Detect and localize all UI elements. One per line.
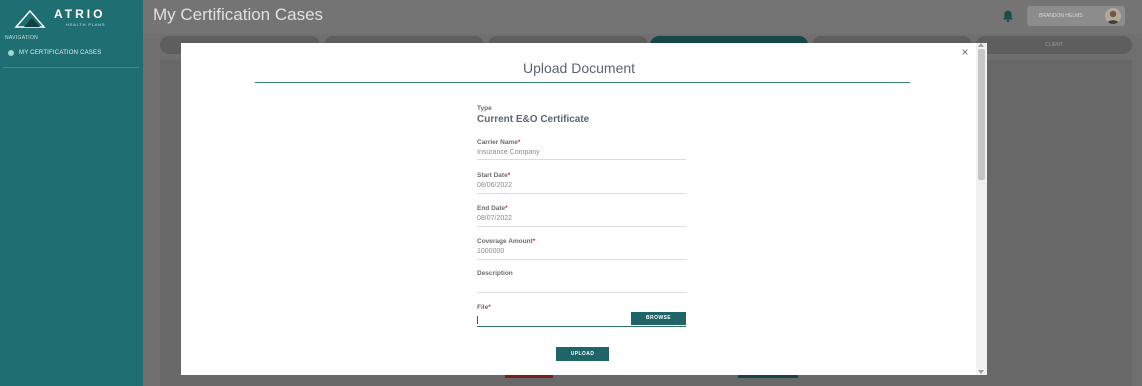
nav-divider [3, 67, 139, 68]
coverage-amount-label: Coverage Amount* [477, 238, 686, 245]
required-marker: * [488, 304, 491, 311]
required-marker: * [517, 139, 521, 146]
end-date-label-text: End Date [477, 205, 506, 212]
coverage-amount-label-text: Coverage Amount [477, 238, 533, 245]
bell-icon[interactable] [1001, 9, 1015, 23]
field-underline [477, 193, 686, 194]
scroll-thumb[interactable] [978, 49, 985, 180]
end-date-value: 08/07/2022 [477, 215, 513, 222]
file-field[interactable]: File* BROWSE [477, 304, 686, 328]
title-divider [255, 82, 910, 83]
upload-document-modal: × Upload Document Type Current E&O Certi… [181, 43, 987, 375]
start-date-label-text: Start Date [477, 172, 508, 179]
sidebar-item-my-certification-cases[interactable]: MY CERTIFICATION CASES [3, 46, 139, 60]
type-field: Type Current E&O Certificate [477, 105, 686, 125]
modal-scrollbar[interactable] [976, 43, 987, 375]
start-date-field[interactable]: Start Date* 08/06/2022 [477, 172, 686, 194]
modal-title: Upload Document [522, 60, 636, 76]
description-label: Description [477, 270, 686, 277]
required-marker: * [532, 238, 536, 245]
description-label-text: Description [477, 270, 513, 277]
page-title: My Certification Cases [153, 5, 324, 24]
dot-icon [8, 50, 14, 56]
scroll-down-arrow-icon[interactable] [978, 370, 984, 374]
required-marker: * [507, 172, 511, 179]
sidebar: ATRIO HEALTH PLANS NAVIGATION MY CERTIFI… [0, 0, 143, 386]
nav-heading: NAVIGATION [5, 35, 39, 41]
end-date-field[interactable]: End Date* 08/07/2022 [477, 205, 686, 227]
tab-client[interactable]: CLIENT [976, 36, 1132, 54]
description-field[interactable]: Description [477, 270, 686, 293]
file-label-text: File [477, 304, 489, 311]
carrier-name-label: Carrier Name* [477, 139, 686, 146]
start-date-value: 08/06/2022 [477, 182, 513, 189]
type-label: Type [477, 105, 492, 112]
scroll-up-arrow-icon[interactable] [978, 43, 984, 47]
browse-button[interactable]: BROWSE [631, 312, 686, 325]
type-value: Current E&O Certificate [477, 114, 590, 125]
file-label: File* [477, 304, 686, 311]
logo-subtext: HEALTH PLANS [66, 22, 105, 27]
coverage-amount-value: 1000000 [477, 248, 505, 255]
field-underline [477, 226, 686, 227]
sidebar-item-label: MY CERTIFICATION CASES [19, 50, 102, 56]
required-marker: * [505, 205, 508, 212]
avatar [1105, 8, 1121, 24]
field-underline [477, 159, 686, 160]
end-date-label: End Date* [477, 205, 686, 212]
carrier-name-field[interactable]: Carrier Name* Insurance Company [477, 139, 686, 160]
coverage-amount-field[interactable]: Coverage Amount* 1000000 [477, 238, 686, 260]
carrier-name-value: Insurance Company [477, 149, 540, 156]
field-underline [477, 259, 686, 260]
logo-text: ATRIO [54, 7, 105, 21]
top-bar: My Certification Cases BRANDON HELMS [143, 0, 1142, 34]
start-date-label: Start Date* [477, 172, 686, 179]
field-underline [477, 292, 686, 293]
file-underline [477, 326, 686, 327]
upload-button[interactable]: UPLOAD [556, 347, 609, 361]
user-name: BRANDON HELMS [1039, 13, 1083, 19]
text-cursor [477, 316, 478, 324]
tab-label: CLIENT [1045, 42, 1063, 48]
user-menu[interactable]: BRANDON HELMS [1027, 6, 1125, 26]
atrio-logo[interactable]: ATRIO HEALTH PLANS [14, 3, 134, 31]
close-icon[interactable]: × [959, 46, 971, 58]
carrier-name-label-text: Carrier Name [477, 139, 518, 146]
